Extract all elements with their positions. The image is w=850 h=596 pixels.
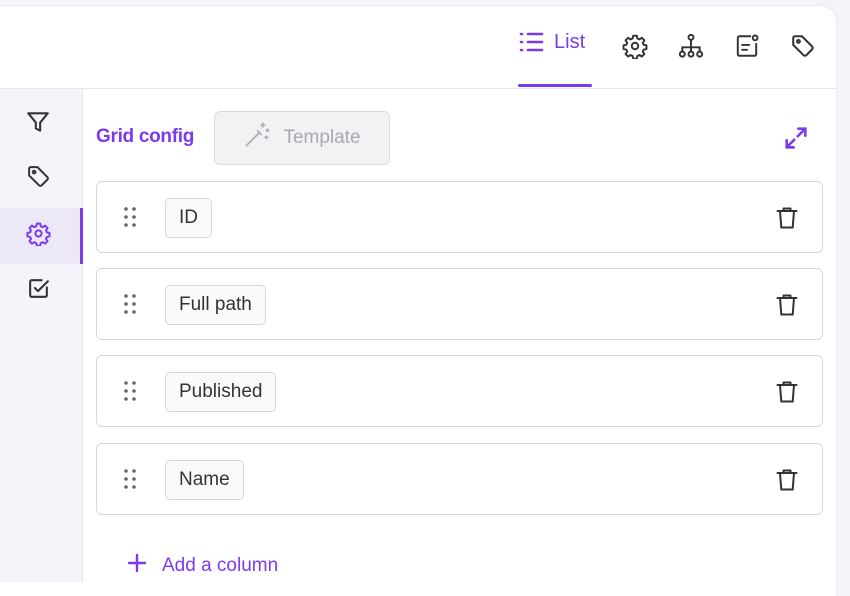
document-settings-icon[interactable]	[733, 32, 761, 60]
expand-icon[interactable]	[780, 122, 812, 154]
list-icon	[518, 22, 544, 62]
sidebar-item-checklist[interactable]	[0, 264, 82, 318]
template-button-label: Template	[283, 127, 361, 148]
gear-icon[interactable]	[621, 32, 649, 60]
sidebar-item-settings[interactable]	[0, 208, 83, 264]
column-chip[interactable]: Name	[165, 460, 244, 500]
sidebar-item-filter[interactable]	[0, 97, 82, 151]
add-column-button[interactable]: Add a column	[126, 550, 278, 582]
drag-handle-icon[interactable]	[123, 468, 137, 490]
column-chip[interactable]: Published	[165, 372, 277, 412]
active-tab-indicator	[518, 84, 592, 87]
plus-icon	[126, 552, 148, 580]
tag-icon[interactable]	[789, 32, 817, 60]
trash-icon[interactable]	[773, 466, 801, 494]
hierarchy-icon[interactable]	[677, 32, 705, 60]
filter-icon	[27, 109, 51, 140]
tag-icon	[27, 164, 51, 194]
trash-icon[interactable]	[773, 378, 801, 406]
column-row: Name	[96, 443, 823, 515]
sidebar	[0, 89, 83, 582]
drag-handle-icon[interactable]	[123, 293, 137, 315]
trash-icon[interactable]	[773, 204, 801, 232]
column-chip[interactable]: ID	[165, 198, 212, 238]
grid-config-title: Grid config	[96, 126, 195, 147]
tab-list-label: List	[554, 31, 586, 53]
checkbox-icon	[28, 276, 51, 306]
column-row: Full path	[96, 268, 823, 340]
column-row: ID	[96, 181, 823, 253]
drag-handle-icon[interactable]	[123, 206, 137, 228]
gear-icon	[25, 221, 51, 251]
add-column-label: Add a column	[162, 555, 279, 576]
trash-icon[interactable]	[773, 291, 801, 319]
template-button[interactable]: Template	[214, 111, 390, 165]
column-chip[interactable]: Full path	[165, 285, 266, 325]
tab-list[interactable]: List	[518, 22, 592, 82]
sidebar-item-tags[interactable]	[0, 152, 82, 206]
column-row: Published	[96, 355, 823, 427]
drag-handle-icon[interactable]	[123, 380, 137, 402]
top-toolbar	[0, 6, 836, 89]
magic-wand-icon	[243, 121, 271, 155]
